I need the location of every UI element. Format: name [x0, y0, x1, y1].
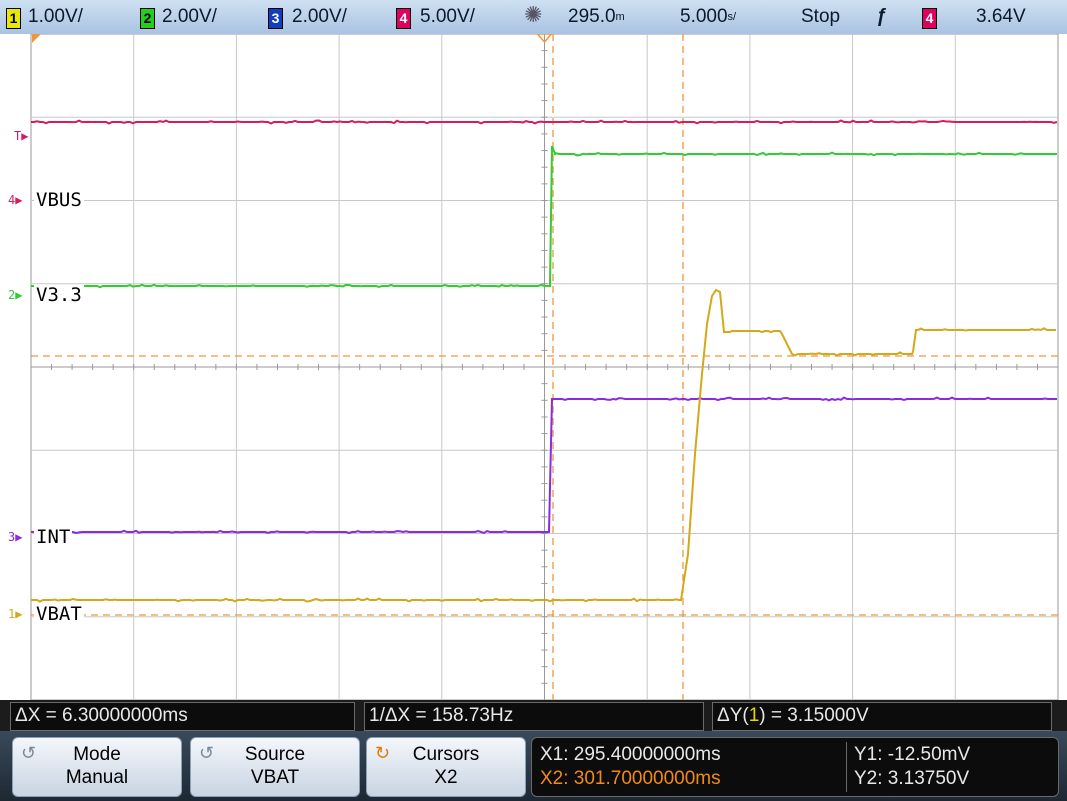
y2-value: Y2: 3.13750V [854, 768, 970, 789]
cursor-values-panel: X1: 295.40000000ms X2: 301.70000000ms Y1… [531, 737, 1059, 797]
waveform-display[interactable]: VBUS V3.3 INT VBAT T▶ 4▶ 2▶ 3▶ 1▶ [0, 34, 1067, 700]
trigger-level[interactable]: 3.64V [976, 5, 1026, 29]
ch3-ground-marker[interactable]: 3▶ [8, 531, 22, 543]
ch2-ground-marker[interactable]: 2▶ [8, 289, 22, 301]
status-bar: 1 1.00V/ 2 2.00V/ 3 2.00V/ 4 5.00V/ ✺ 29… [0, 0, 1067, 35]
trigger-source-badge[interactable]: 4 [922, 8, 937, 29]
delta-x-readout: ΔX = 6.30000000ms [10, 702, 355, 731]
ch2-scale[interactable]: 2.00V/ [162, 5, 217, 29]
time-reference[interactable]: 295.0m [568, 5, 625, 29]
ch2-badge[interactable]: 2 [140, 8, 155, 29]
ch4-label: VBUS [34, 189, 84, 211]
y1-value: Y1: -12.50mV [854, 744, 971, 765]
x1-value: X1: 295.40000000ms [540, 744, 721, 765]
ch1-label: VBAT [34, 603, 84, 625]
run-state[interactable]: Stop [801, 5, 840, 29]
trigger-level-marker[interactable]: T▶ [14, 130, 28, 142]
x2-value: X2: 301.70000000ms [540, 768, 721, 789]
ch1-badge[interactable]: 1 [6, 8, 21, 29]
cursors-softkey[interactable]: ↻ Cursors X2 [366, 737, 526, 797]
ch3-badge[interactable]: 3 [268, 8, 283, 29]
softkey-bar: ↺ Mode Manual ↺ Source VBAT ↻ Cursors X2… [0, 731, 1067, 801]
ch3-scale[interactable]: 2.00V/ [292, 5, 347, 29]
delta-y-readout: ΔY(1) = 3.15000V [712, 702, 1052, 731]
falling-edge-icon[interactable]: ƒ [876, 5, 887, 29]
ch4-scale[interactable]: 5.00V/ [420, 5, 475, 29]
waveform-svg [30, 34, 1059, 700]
ch1-scale[interactable]: 1.00V/ [28, 5, 83, 29]
ch2-label: V3.3 [34, 284, 84, 306]
ch4-ground-marker[interactable]: 4▶ [8, 194, 22, 206]
ch4-badge[interactable]: 4 [396, 8, 411, 29]
ch3-label: INT [34, 526, 73, 548]
mode-softkey[interactable]: ↺ Mode Manual [12, 737, 182, 797]
timebase-scale[interactable]: 5.000s/ [680, 5, 736, 29]
source-softkey[interactable]: ↺ Source VBAT [190, 737, 360, 797]
ch1-ground-marker[interactable]: 1▶ [8, 608, 22, 620]
inverse-delta-x-readout: 1/ΔX = 158.73Hz [364, 702, 704, 731]
acquire-starburst-icon[interactable]: ✺ [524, 3, 542, 27]
measurement-bar: ΔX = 6.30000000ms 1/ΔX = 158.73Hz ΔY(1) … [0, 700, 1067, 731]
panel-divider [846, 742, 847, 792]
